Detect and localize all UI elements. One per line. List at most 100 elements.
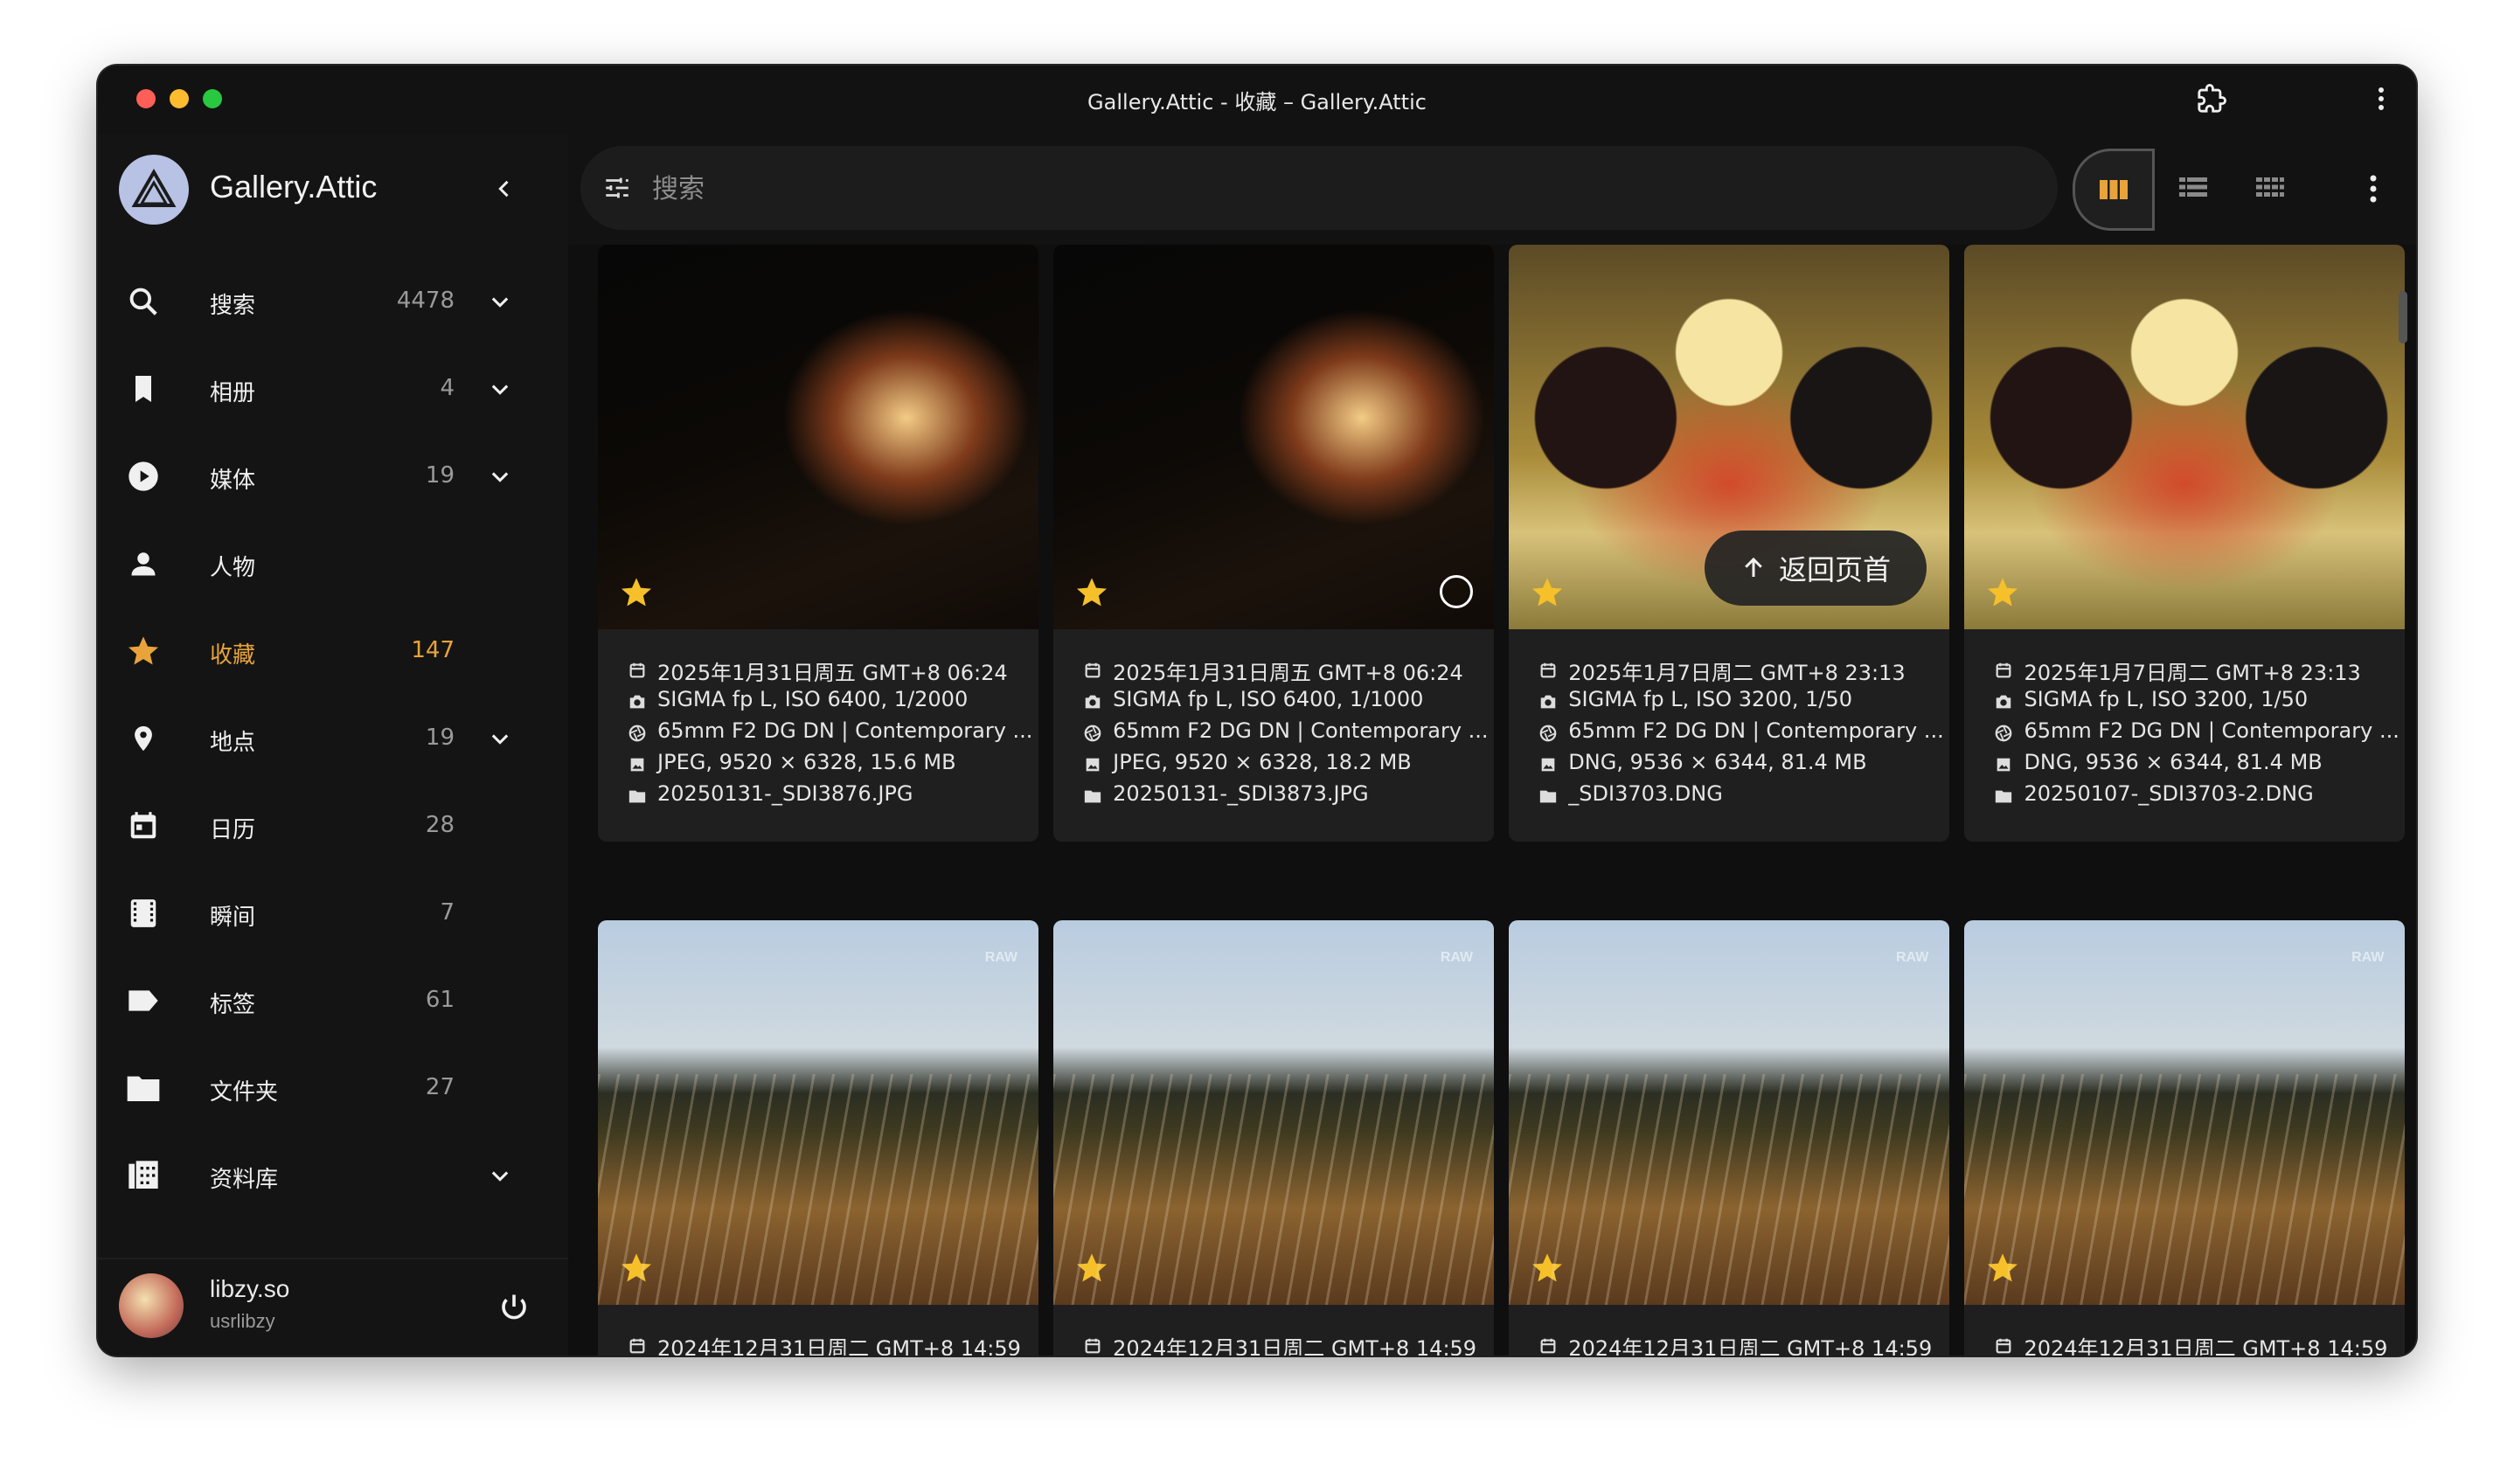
photo-thumbnail[interactable]: RAW xyxy=(1509,920,1950,1305)
favorite-star-icon[interactable] xyxy=(1530,1251,1565,1286)
user-handle: usrlibzy xyxy=(210,1310,275,1332)
photo-thumbnail[interactable] xyxy=(1964,245,2406,629)
sidebar-item-10[interactable]: 资料库 xyxy=(98,1130,568,1217)
meta-camera: SIGMA fp L, ISO 3200, 1/50 xyxy=(1538,687,1949,718)
sidebar-item-count: 19 xyxy=(425,462,455,489)
calendar-icon xyxy=(628,661,647,680)
view-columns-icon xyxy=(2100,180,2128,199)
folder-icon xyxy=(1083,787,1102,806)
raw-badge: RAW xyxy=(1440,950,1474,965)
sidebar-item-5[interactable]: 地点 19 xyxy=(98,693,568,780)
photo-card[interactable]: RAW 2024年12月31日周二 GMT+8 14:59 xyxy=(1509,920,1950,1356)
meta-date: 2024年12月31日周二 GMT+8 14:59 xyxy=(1538,1331,1949,1356)
back-to-top-button[interactable]: 返回页首 xyxy=(1705,530,1927,606)
raw-badge: RAW xyxy=(2351,950,2385,965)
favorite-star-icon[interactable] xyxy=(619,1251,654,1286)
cards-view-button[interactable] xyxy=(2073,149,2155,231)
sidebar-item-7[interactable]: 瞬间 7 xyxy=(98,868,568,955)
calendar-icon xyxy=(1538,661,1558,680)
sidebar-item-count: 147 xyxy=(411,637,455,663)
photo-thumbnail[interactable] xyxy=(598,245,1039,629)
logout-button[interactable] xyxy=(493,1286,535,1328)
sidebar-item-0[interactable]: 搜索 4478 xyxy=(98,256,568,343)
calendar-icon xyxy=(628,1336,647,1356)
photo-card[interactable]: 2025年1月31日周五 GMT+8 06:24 SIGMA fp L, ISO … xyxy=(1053,245,1495,842)
photo-card[interactable]: RAW 2024年12月31日周二 GMT+8 14:59 xyxy=(598,920,1039,1356)
view-mode-switcher xyxy=(2073,145,2314,231)
lens-icon xyxy=(1994,724,2013,743)
mosaic-view-button[interactable] xyxy=(2232,149,2309,225)
filter-tune-icon[interactable] xyxy=(598,169,636,207)
avatar[interactable] xyxy=(119,1273,184,1338)
sidebar-item-8[interactable]: 标签 61 xyxy=(98,955,568,1043)
chevron-down-icon[interactable] xyxy=(481,1156,519,1195)
collapse-sidebar-button[interactable] xyxy=(483,167,526,211)
more-options-button[interactable] xyxy=(2351,167,2395,211)
photo-thumbnail[interactable]: RAW xyxy=(1964,920,2406,1305)
sidebar-item-1[interactable]: 相册 4 xyxy=(98,343,568,431)
extension-icon[interactable] xyxy=(2194,81,2229,116)
sidebar-item-9[interactable]: 文件夹 27 xyxy=(98,1043,568,1130)
window-title: Gallery.Attic - 收藏 – Gallery.Attic xyxy=(1087,90,1427,114)
favorite-star-icon[interactable] xyxy=(1985,575,2020,610)
photo-card[interactable]: 2025年1月31日周五 GMT+8 06:24 SIGMA fp L, ISO … xyxy=(598,245,1039,842)
sidebar-item-2[interactable]: 媒体 19 xyxy=(98,431,568,518)
favorite-star-icon[interactable] xyxy=(1530,575,1565,610)
calendar-icon xyxy=(1538,1336,1558,1356)
photo-thumbnail[interactable]: RAW xyxy=(598,920,1039,1305)
photo-thumbnail[interactable] xyxy=(1053,245,1495,629)
image-icon xyxy=(628,755,647,774)
camera-icon xyxy=(1538,692,1558,711)
photo-metadata: 2024年12月31日周二 GMT+8 14:59 xyxy=(1964,1305,2405,1356)
chevron-down-icon[interactable] xyxy=(481,457,519,496)
more-vert-icon[interactable] xyxy=(2364,81,2399,116)
title-bar: Gallery.Attic - 收藏 – Gallery.Attic xyxy=(98,66,2416,134)
photo-metadata: 2024年12月31日周二 GMT+8 14:59 xyxy=(1509,1305,1949,1356)
film-icon xyxy=(124,894,163,933)
chevron-down-icon[interactable] xyxy=(481,719,519,758)
list-view-button[interactable] xyxy=(2155,149,2232,225)
chevron-down-icon[interactable] xyxy=(481,370,519,408)
sidebar-item-label: 媒体 xyxy=(210,468,256,494)
sidebar-item-count: 4478 xyxy=(396,288,455,314)
select-checkbox[interactable] xyxy=(1440,575,1474,608)
app-logo-icon xyxy=(119,155,189,225)
sidebar-item-count: 61 xyxy=(425,987,455,1013)
sidebar-item-label: 瞬间 xyxy=(210,905,256,931)
photo-card[interactable]: RAW 2024年12月31日周二 GMT+8 14:59 xyxy=(1964,920,2406,1356)
meta-camera: SIGMA fp L, ISO 3200, 1/50 xyxy=(1994,687,2405,718)
photo-thumbnail[interactable]: RAW xyxy=(1053,920,1495,1305)
sidebar-item-3[interactable]: 人物 xyxy=(98,518,568,606)
meta-name: 20250107-_SDI3703-2.DNG xyxy=(1994,781,2405,813)
meta-date: 2025年1月31日周五 GMT+8 06:24 xyxy=(628,655,1038,687)
photo-grid: RAW 2024年12月31日周二 GMT+8 14:59 RAW 2024年12月3… xyxy=(568,245,2416,1356)
image-icon xyxy=(1538,755,1558,774)
sidebar-item-count: 28 xyxy=(425,812,455,838)
photo-metadata: 2024年12月31日周二 GMT+8 14:59 xyxy=(1053,1305,1494,1356)
camera-icon xyxy=(1083,692,1102,711)
photo-card[interactable]: 2025年1月7日周二 GMT+8 23:13 SIGMA fp L, ISO 3… xyxy=(1964,245,2406,842)
photo-card[interactable]: RAW 2024年12月31日周二 GMT+8 14:59 xyxy=(1053,920,1495,1356)
meta-lens: 65mm F2 DG DN | Contemporary ... xyxy=(628,718,1038,750)
favorite-star-icon[interactable] xyxy=(1074,1251,1109,1286)
app-name: Gallery.Attic xyxy=(210,169,378,205)
scrollbar[interactable] xyxy=(2399,291,2407,343)
favorite-star-icon[interactable] xyxy=(1074,575,1109,610)
favorite-star-icon[interactable] xyxy=(619,575,654,610)
search-input[interactable] xyxy=(650,167,1965,211)
calendar-icon xyxy=(1994,1336,2013,1356)
sidebar-item-4[interactable]: 收藏 147 xyxy=(98,606,568,693)
user-panel: libzy.so usrlibzy xyxy=(98,1258,568,1356)
folder-icon xyxy=(1538,787,1558,806)
sidebar-item-6[interactable]: 日历 28 xyxy=(98,780,568,868)
arrow-up-icon xyxy=(1745,557,1762,577)
chevron-down-icon[interactable] xyxy=(481,282,519,321)
favorite-star-icon[interactable] xyxy=(1985,1251,2020,1286)
meta-name: 20250131-_SDI3873.JPG xyxy=(1083,781,1494,813)
photo-metadata: 2025年1月7日周二 GMT+8 23:13 SIGMA fp L, ISO 3… xyxy=(1964,629,2405,813)
raw-badge: RAW xyxy=(1895,950,1929,965)
top-bar xyxy=(568,134,2416,245)
lens-icon xyxy=(1538,724,1558,743)
photo-metadata: 2025年1月31日周五 GMT+8 06:24 SIGMA fp L, ISO … xyxy=(598,629,1038,813)
meta-file: DNG, 9536 × 6344, 81.4 MB xyxy=(1994,750,2405,781)
